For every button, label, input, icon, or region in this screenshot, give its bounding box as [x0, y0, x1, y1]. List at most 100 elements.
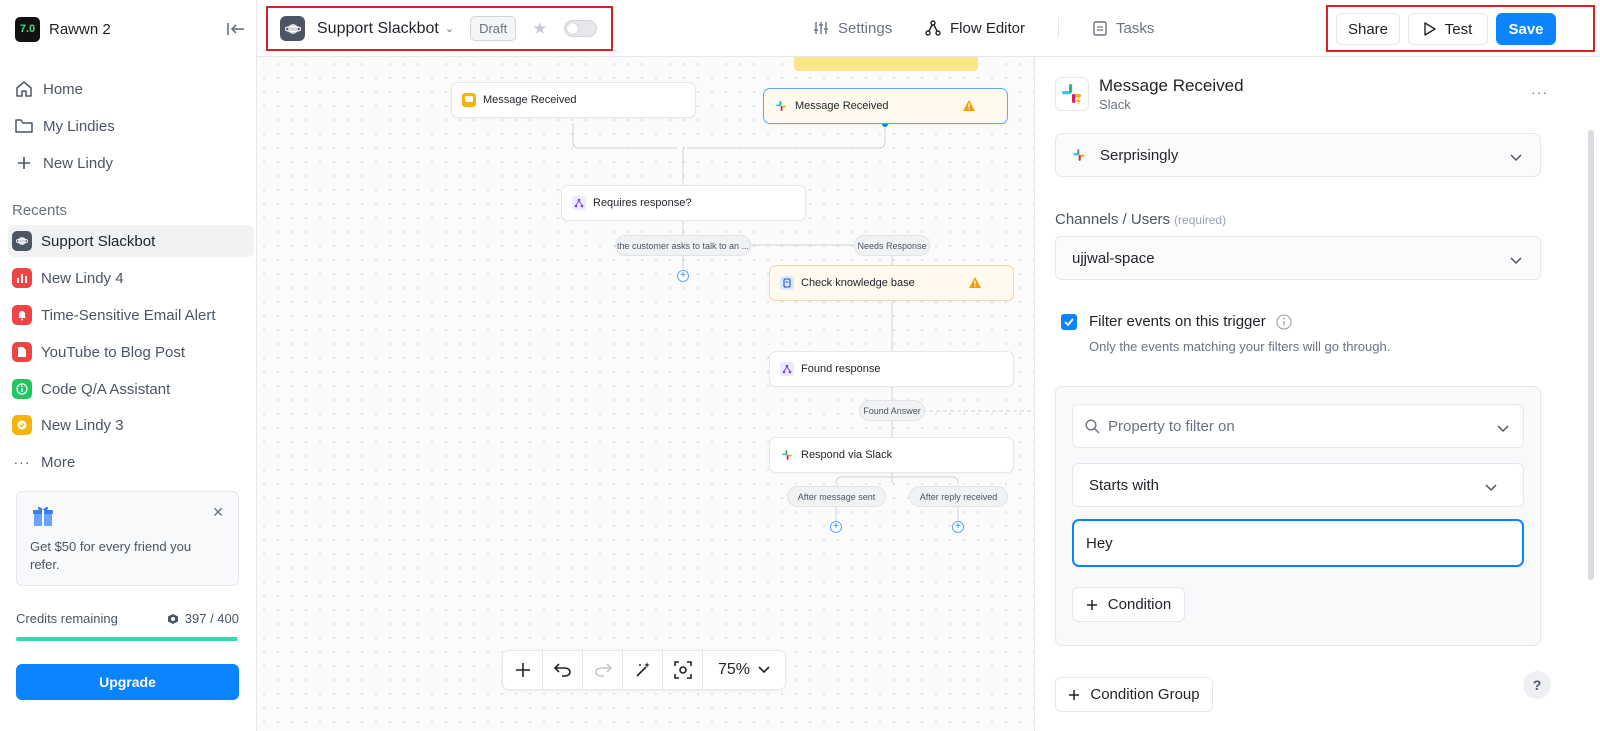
upgrade-button[interactable]: Upgrade [16, 664, 239, 700]
recent-item-code-qa[interactable]: Code Q/A Assistant [8, 373, 254, 405]
recent-item-youtube-blog[interactable]: YouTube to Blog Post [8, 336, 254, 368]
tab-flow-editor[interactable]: Flow Editor [925, 18, 1025, 38]
planet-icon [12, 231, 32, 251]
chevron-down-icon [1497, 420, 1509, 437]
flow-node-label: Respond via Slack [801, 449, 893, 461]
info-icon[interactable] [1276, 313, 1292, 330]
branch-label-talk-to-human[interactable]: the customer asks to talk to an ... [615, 235, 751, 256]
nav-my-lindies[interactable]: My Lindies [8, 110, 254, 142]
flow-canvas[interactable]: Message Received Message Received Requir… [257, 57, 1034, 731]
filter-events-label: Filter events on this trigger [1089, 313, 1266, 330]
tab-tasks-label: Tasks [1116, 19, 1155, 37]
add-condition-label: Condition [1107, 596, 1172, 613]
nav-my-lindies-label: My Lindies [43, 117, 115, 135]
panel-subtitle: Slack [1099, 97, 1131, 112]
branch-label-after-message-sent[interactable]: After message sent [787, 486, 886, 507]
credits-progress-fill [16, 637, 238, 641]
test-button[interactable]: Test [1408, 13, 1488, 45]
required-hint: (required) [1174, 213, 1227, 227]
flow-node-respond-via-slack[interactable]: Respond via Slack [769, 437, 1014, 473]
status-badge: Draft [470, 16, 517, 41]
add-node-icon[interactable] [503, 650, 543, 690]
star-icon[interactable]: ★ [532, 19, 547, 39]
recents-more-label: More [41, 453, 76, 471]
flow-node-slack-message-received[interactable]: Message Received [763, 88, 1008, 124]
flow-node-label: Check knowledge base [801, 277, 915, 289]
branch-icon [780, 362, 794, 376]
collapse-sidebar-icon[interactable] [225, 18, 247, 40]
recent-item-new-lindy-3[interactable]: New Lindy 3 [8, 409, 254, 441]
add-step-icon[interactable]: + [952, 521, 964, 533]
bar-chart-icon [12, 268, 32, 288]
ellipsis-icon: ··· [13, 454, 31, 470]
agent-name[interactable]: Support Slackbot [317, 20, 439, 38]
slack-icon [780, 448, 794, 462]
plus-icon [1086, 599, 1097, 610]
search-icon [1085, 418, 1100, 433]
plus-icon [1069, 689, 1080, 700]
add-step-icon[interactable]: + [830, 521, 842, 533]
help-button[interactable]: ? [1523, 671, 1551, 699]
recents-more[interactable]: ··· More [8, 446, 254, 478]
tab-settings[interactable]: Settings [813, 18, 892, 38]
recent-item-new-lindy-4[interactable]: New Lindy 4 [8, 262, 254, 294]
tab-flow-editor-label: Flow Editor [950, 19, 1026, 37]
credits-label: Credits remaining [16, 611, 118, 626]
branch-label-needs-response[interactable]: Needs Response [854, 235, 930, 256]
redo-icon[interactable] [583, 650, 623, 690]
zoom-select[interactable]: 75% [703, 661, 785, 679]
filter-condition-group: Property to filter on Starts with Hey Co… [1055, 386, 1541, 646]
flow-node-check-knowledge-base[interactable]: Check knowledge base [769, 265, 1014, 301]
add-step-icon[interactable]: + [677, 270, 689, 282]
filter-events-hint: Only the events matching your filters wi… [1089, 339, 1391, 354]
more-options-icon[interactable]: ··· [1531, 84, 1548, 100]
branch-label-found-answer[interactable]: Found Answer [859, 400, 925, 421]
panel-scrollbar[interactable] [1588, 130, 1594, 580]
operator-value: Starts with [1089, 476, 1160, 494]
workspace-switcher[interactable]: 7.0 Rawwn 2 [15, 16, 247, 42]
tab-tasks[interactable]: Tasks [1093, 18, 1154, 38]
operator-select[interactable]: Starts with [1072, 463, 1524, 507]
nav-new-lindy[interactable]: New Lindy [8, 147, 254, 179]
add-condition-group-button[interactable]: Condition Group [1055, 677, 1213, 712]
property-filter-select[interactable]: Property to filter on [1072, 404, 1524, 448]
channels-label-text: Channels / Users [1055, 211, 1171, 228]
hexagon-icon [167, 613, 178, 624]
home-icon [14, 79, 34, 99]
filter-events-checkbox-row[interactable]: Filter events on this trigger [1061, 313, 1292, 330]
fit-view-icon[interactable] [663, 650, 703, 690]
slack-workspace-value: Serprisingly [1100, 146, 1179, 164]
recent-item-support-slackbot[interactable]: Support Slackbot [8, 225, 254, 257]
enable-toggle[interactable] [563, 20, 597, 37]
chevron-down-icon[interactable]: ⌄ [445, 22, 454, 35]
filter-events-checkbox[interactable] [1061, 313, 1077, 330]
slack-icon [774, 99, 788, 113]
recent-item-label: YouTube to Blog Post [41, 343, 185, 361]
share-button[interactable]: Share [1336, 13, 1400, 45]
channels-value: ujjwal-space [1072, 249, 1155, 267]
document-icon [12, 342, 32, 362]
filter-value-input[interactable]: Hey [1072, 519, 1524, 567]
close-icon[interactable]: ✕ [212, 504, 224, 521]
gift-icon [31, 504, 55, 528]
recent-item-email-alert[interactable]: Time-Sensitive Email Alert [8, 299, 254, 331]
warning-icon [963, 100, 975, 114]
add-condition-group-label: Condition Group [1090, 686, 1200, 703]
play-icon [1424, 22, 1436, 36]
flow-node-trigger-message-received[interactable]: Message Received [451, 82, 696, 118]
nav-home-label: Home [43, 80, 84, 98]
nav-new-lindy-label: New Lindy [43, 154, 114, 172]
channels-select[interactable]: ujjwal-space [1055, 236, 1541, 280]
undo-icon[interactable] [543, 650, 583, 690]
workspace-name: Rawwn 2 [49, 20, 111, 38]
nav-home[interactable]: Home [8, 73, 254, 105]
save-button[interactable]: Save [1496, 13, 1556, 45]
magic-wand-icon[interactable] [623, 650, 663, 690]
flow-node-requires-response[interactable]: Requires response? [561, 185, 806, 221]
promo-text: Get $50 for every friend you refer. [30, 539, 192, 572]
flow-edges [572, 121, 1034, 521]
flow-node-found-response[interactable]: Found response [769, 351, 1014, 387]
branch-label-after-reply-received[interactable]: After reply received [909, 486, 1008, 507]
add-condition-button[interactable]: Condition [1072, 587, 1185, 622]
slack-workspace-select[interactable]: Serprisingly [1055, 133, 1541, 177]
